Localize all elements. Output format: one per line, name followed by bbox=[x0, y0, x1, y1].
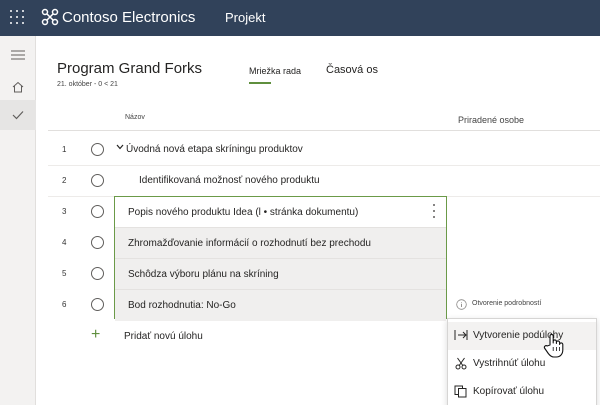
row-number: 6 bbox=[62, 300, 67, 309]
selected-rows-group[interactable]: Popis nového produktu Idea (l • stránka … bbox=[114, 196, 447, 321]
task-name[interactable]: Identifikovaná možnosť nového produktu bbox=[139, 175, 320, 186]
home-icon bbox=[12, 81, 24, 93]
header-divider bbox=[48, 130, 600, 131]
rail-menu-button[interactable] bbox=[0, 40, 36, 70]
hamburger-icon bbox=[11, 50, 25, 60]
open-details-label: Otvorenie podrobností bbox=[472, 300, 542, 307]
row-number: 4 bbox=[62, 238, 67, 247]
menu-item-cut-task[interactable]: Vystrihnúť úlohu bbox=[448, 350, 596, 378]
app-launcher-icon[interactable] bbox=[10, 10, 24, 24]
task-complete-checkbox[interactable] bbox=[91, 236, 104, 249]
menu-item-copy-task[interactable]: Kopírovať úlohu bbox=[448, 378, 596, 405]
info-icon bbox=[456, 299, 467, 310]
rail-tasks-button[interactable] bbox=[0, 100, 36, 130]
add-task-label[interactable]: Pridať novú úlohu bbox=[124, 331, 203, 342]
task-name[interactable]: Zhromažďovanie informácií o rozhodnutí b… bbox=[128, 238, 371, 249]
rail-home-button[interactable] bbox=[0, 72, 36, 102]
brand-name[interactable]: Contoso Electronics bbox=[62, 9, 195, 26]
task-complete-checkbox[interactable] bbox=[91, 205, 104, 218]
selected-row[interactable]: Schôdza výboru plánu na skríning bbox=[115, 259, 446, 290]
tab-grid[interactable]: Mriežka rada bbox=[249, 66, 301, 76]
task-complete-checkbox[interactable] bbox=[91, 143, 104, 156]
copy-icon bbox=[454, 385, 467, 398]
menu-item-label: Vystrihnúť úlohu bbox=[473, 358, 546, 369]
add-task-row[interactable]: + Pridať novú úlohu bbox=[48, 322, 448, 352]
task-name[interactable]: Popis nového produktu Idea (l • stránka … bbox=[128, 207, 358, 218]
plus-icon[interactable]: + bbox=[91, 326, 100, 344]
active-tab-indicator bbox=[249, 82, 271, 84]
task-complete-checkbox[interactable] bbox=[91, 298, 104, 311]
table-row[interactable]: 1 Úvodná nová etapa skríningu produktov bbox=[48, 135, 600, 166]
top-bar: Contoso Electronics Projekt bbox=[0, 0, 600, 36]
selected-row[interactable]: Zhromažďovanie informácií o rozhodnutí b… bbox=[115, 228, 446, 259]
task-name[interactable]: Schôdza výboru plánu na skríning bbox=[128, 269, 279, 280]
checkmark-icon bbox=[12, 111, 24, 120]
task-complete-checkbox[interactable] bbox=[91, 267, 104, 280]
selected-row[interactable]: Bod rozhodnutia: No-Go bbox=[115, 290, 446, 321]
plan-dates: 21. október - 0 < 21 bbox=[57, 81, 118, 88]
more-options-icon[interactable] bbox=[432, 203, 436, 219]
scissors-icon bbox=[455, 357, 467, 370]
column-header-name[interactable]: Názov bbox=[125, 114, 145, 121]
contoso-logo-icon bbox=[41, 8, 59, 26]
task-name[interactable]: Úvodná nová etapa skríningu produktov bbox=[126, 144, 303, 155]
plan-title: Program Grand Forks bbox=[57, 60, 203, 77]
row-number: 3 bbox=[62, 207, 67, 216]
app-name[interactable]: Projekt bbox=[225, 10, 265, 25]
open-details-button[interactable]: Otvorenie podrobností bbox=[452, 296, 600, 314]
left-rail bbox=[0, 36, 36, 405]
indent-icon bbox=[454, 330, 468, 340]
row-number: 1 bbox=[62, 145, 67, 154]
tab-timeline[interactable]: Časová os bbox=[326, 64, 378, 76]
menu-item-create-subtask[interactable]: Vytvorenie podúlohy bbox=[448, 322, 596, 350]
chevron-down-icon[interactable] bbox=[116, 144, 124, 150]
hand-cursor-icon bbox=[543, 333, 564, 358]
task-complete-checkbox[interactable] bbox=[91, 174, 104, 187]
table-row[interactable]: 2 Identifikovaná možnosť nového produktu bbox=[48, 166, 600, 197]
column-header-assigned[interactable]: Priradené osobe bbox=[458, 115, 524, 125]
row-number: 5 bbox=[62, 269, 67, 278]
task-name[interactable]: Bod rozhodnutia: No-Go bbox=[128, 300, 236, 311]
selected-row[interactable]: Popis nového produktu Idea (l • stránka … bbox=[115, 197, 446, 228]
context-menu: Vytvorenie podúlohy Vystrihnúť úlohu Kop… bbox=[447, 318, 597, 405]
row-number: 2 bbox=[62, 176, 67, 185]
menu-item-label: Kopírovať úlohu bbox=[473, 386, 545, 397]
